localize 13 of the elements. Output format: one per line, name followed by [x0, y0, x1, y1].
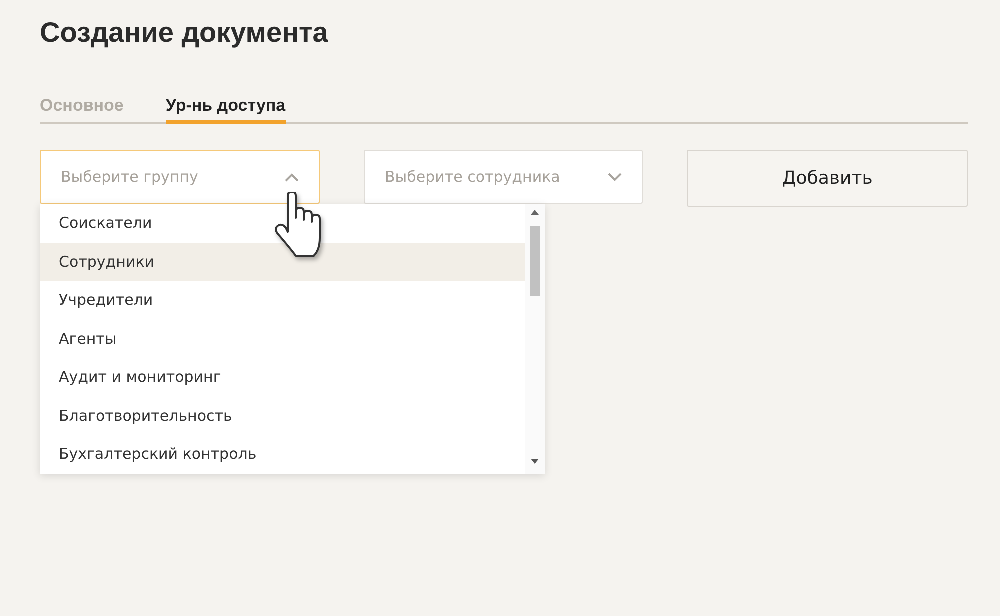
page-title: Создание документа: [40, 16, 330, 50]
scrollbar[interactable]: [525, 204, 545, 474]
dropdown-option[interactable]: Бухгалтерский контроль: [40, 435, 525, 474]
dropdown-option[interactable]: Сотрудники: [40, 242, 525, 281]
dropdown-option[interactable]: Благотворительность: [40, 396, 525, 435]
tab[interactable]: Ур-нь доступа: [166, 96, 286, 124]
add-button[interactable]: Добавить: [687, 150, 968, 207]
dropdown-option[interactable]: Агенты: [40, 320, 525, 358]
chevron-up-icon: [285, 172, 299, 182]
chevron-down-icon: [608, 172, 622, 182]
dropdown-option[interactable]: Аудит и мониторинг: [40, 358, 525, 396]
dropdown-option[interactable]: Соискатели: [40, 204, 525, 242]
dropdown-option[interactable]: Учредители: [40, 281, 525, 320]
